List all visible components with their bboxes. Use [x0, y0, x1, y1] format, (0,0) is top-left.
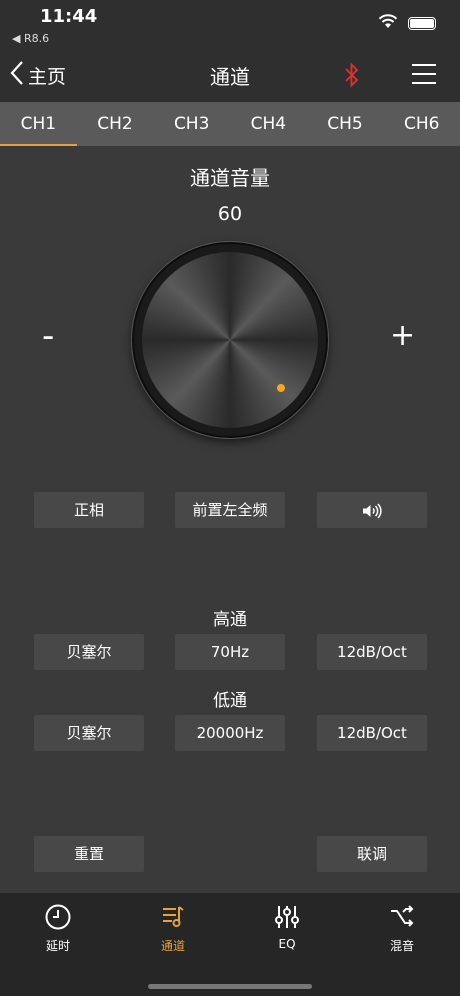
- volume-title: 通道音量: [190, 166, 270, 190]
- volume-decrease-button[interactable]: -: [42, 316, 54, 356]
- channel-icon: [159, 906, 187, 935]
- volume-icon: [361, 501, 383, 519]
- tab-ch1[interactable]: CH1: [0, 102, 77, 146]
- equalizer-icon: [273, 906, 301, 935]
- clock-icon: [44, 904, 72, 935]
- back-to-app[interactable]: ◀ R8.6: [12, 32, 49, 45]
- bottom-tab-label: EQ: [278, 937, 296, 951]
- lowpass-slope-button[interactable]: 12dB/Oct: [317, 715, 427, 751]
- bluetooth-icon[interactable]: [342, 61, 362, 93]
- menu-icon[interactable]: [412, 63, 436, 89]
- phase-button[interactable]: 正相: [34, 492, 144, 528]
- volume-increase-button[interactable]: +: [390, 318, 415, 353]
- bottom-tab-label: 混音: [389, 939, 414, 953]
- status-time: 11:44: [40, 6, 98, 27]
- highpass-freq-button[interactable]: 70Hz: [175, 634, 285, 670]
- bottom-tab-bar: 延时 通道 EQ 混音: [0, 893, 460, 996]
- tab-ch4[interactable]: CH4: [230, 102, 307, 146]
- tab-ch3[interactable]: CH3: [153, 102, 230, 146]
- volume-value: 60: [217, 203, 243, 225]
- status-bar: 11:44 ◀ R8.6: [0, 0, 460, 50]
- mute-button[interactable]: [317, 492, 427, 528]
- bottom-tab-eq[interactable]: EQ: [247, 903, 327, 951]
- wifi-icon: [378, 14, 398, 33]
- bottom-tab-mix[interactable]: 混音: [362, 903, 442, 954]
- page-title: 通道: [210, 65, 250, 89]
- volume-knob[interactable]: [132, 242, 328, 438]
- reset-button[interactable]: 重置: [34, 836, 144, 872]
- nav-bar: 主页 通道: [0, 50, 460, 102]
- channel-tabs: CH1 CH2 CH3 CH4 CH5 CH6: [0, 102, 460, 146]
- lowpass-type-button[interactable]: 贝塞尔: [34, 715, 144, 751]
- tab-ch2[interactable]: CH2: [77, 102, 154, 146]
- status-icons: [378, 14, 436, 33]
- lowpass-freq-button[interactable]: 20000Hz: [175, 715, 285, 751]
- battery-icon: [408, 17, 436, 30]
- bottom-tab-label: 通道: [160, 939, 185, 953]
- lowpass-label: 低通: [213, 691, 247, 711]
- link-button[interactable]: 联调: [317, 836, 427, 872]
- highpass-type-button[interactable]: 贝塞尔: [34, 634, 144, 670]
- channel-source-button[interactable]: 前置左全频: [175, 492, 285, 528]
- mix-icon: [388, 905, 416, 935]
- tab-ch6[interactable]: CH6: [383, 102, 460, 146]
- bottom-tab-channel[interactable]: 通道: [133, 903, 213, 954]
- bottom-tab-label: 延时: [45, 939, 70, 953]
- tab-ch5[interactable]: CH5: [307, 102, 384, 146]
- knob-indicator-dot: [277, 384, 285, 392]
- highpass-label: 高通: [213, 610, 247, 630]
- highpass-slope-button[interactable]: 12dB/Oct: [317, 634, 427, 670]
- home-indicator: [148, 984, 312, 989]
- knob-face: [142, 252, 318, 428]
- bottom-tab-delay[interactable]: 延时: [18, 903, 98, 954]
